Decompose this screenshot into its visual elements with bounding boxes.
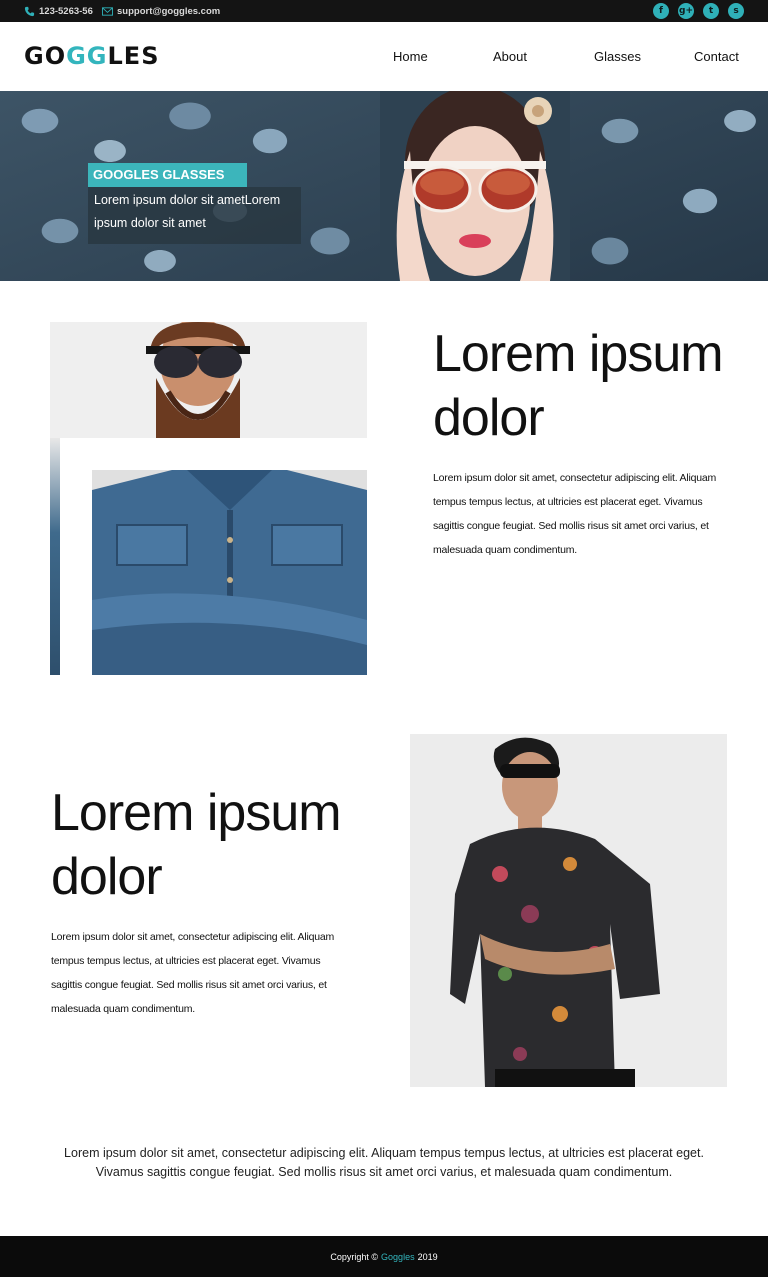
copyright-year: 2019 [417,1251,438,1262]
envelope-icon [102,6,113,16]
footer-brand-link[interactable]: Goggles [381,1252,415,1262]
hero-text: Lorem ipsum dolor sit ametLorem ipsum do… [88,187,301,244]
logo-accent: GG [66,42,108,70]
denim-shirt-image [92,470,367,675]
nav-about[interactable]: About [493,49,527,64]
hero-model-image [380,91,570,281]
email-address: support@goggles.com [117,5,221,17]
nav-glasses[interactable]: Glasses [594,49,641,64]
phone-contact[interactable]: 123-5263-56 [24,0,93,22]
collage-edge [50,438,60,675]
twitter-icon[interactable]: t [703,3,719,19]
bottom-description: Lorem ipsum dolor sit amet, consectetur … [64,1146,704,1179]
bearded-man-image [138,322,258,438]
floral-shirt-model-image [410,734,727,1087]
product-collage [50,322,367,675]
site-header: GOGGLES Home About Glasses Contact [0,22,768,91]
logo-part-2: LES [107,42,160,70]
logo[interactable]: GOGGLES [24,42,160,70]
site-footer: Copyright © Goggles 2019 [0,1236,768,1277]
email-contact[interactable]: support@goggles.com [102,0,220,22]
floral-shirt-image-frame [410,734,727,1087]
logo-part-1: GO [24,42,67,70]
hero-banner: GOOGLES GLASSES Lorem ipsum dolor sit am… [0,91,768,281]
google-plus-icon[interactable]: g+ [678,3,694,19]
section2-heading: Lorem ipsum dolor [51,784,342,906]
top-bar: 123-5263-56 support@goggles.com f g+ t s [0,0,768,22]
section2-body: Lorem ipsum dolor sit amet, consectetur … [51,931,335,1015]
section1-heading: Lorem ipsum dolor [433,325,724,447]
phone-number: 123-5263-56 [39,5,93,17]
skype-icon[interactable]: s [728,3,744,19]
phone-icon [24,6,35,16]
nav-contact[interactable]: Contact [694,49,739,64]
facebook-icon[interactable]: f [653,3,669,19]
social-links: f g+ t s [653,3,744,19]
hero-title: GOOGLES GLASSES [88,163,247,187]
copyright-prefix: Copyright © [330,1251,379,1262]
section1-body: Lorem ipsum dolor sit amet, consectetur … [433,472,717,556]
nav-home[interactable]: Home [393,49,428,64]
